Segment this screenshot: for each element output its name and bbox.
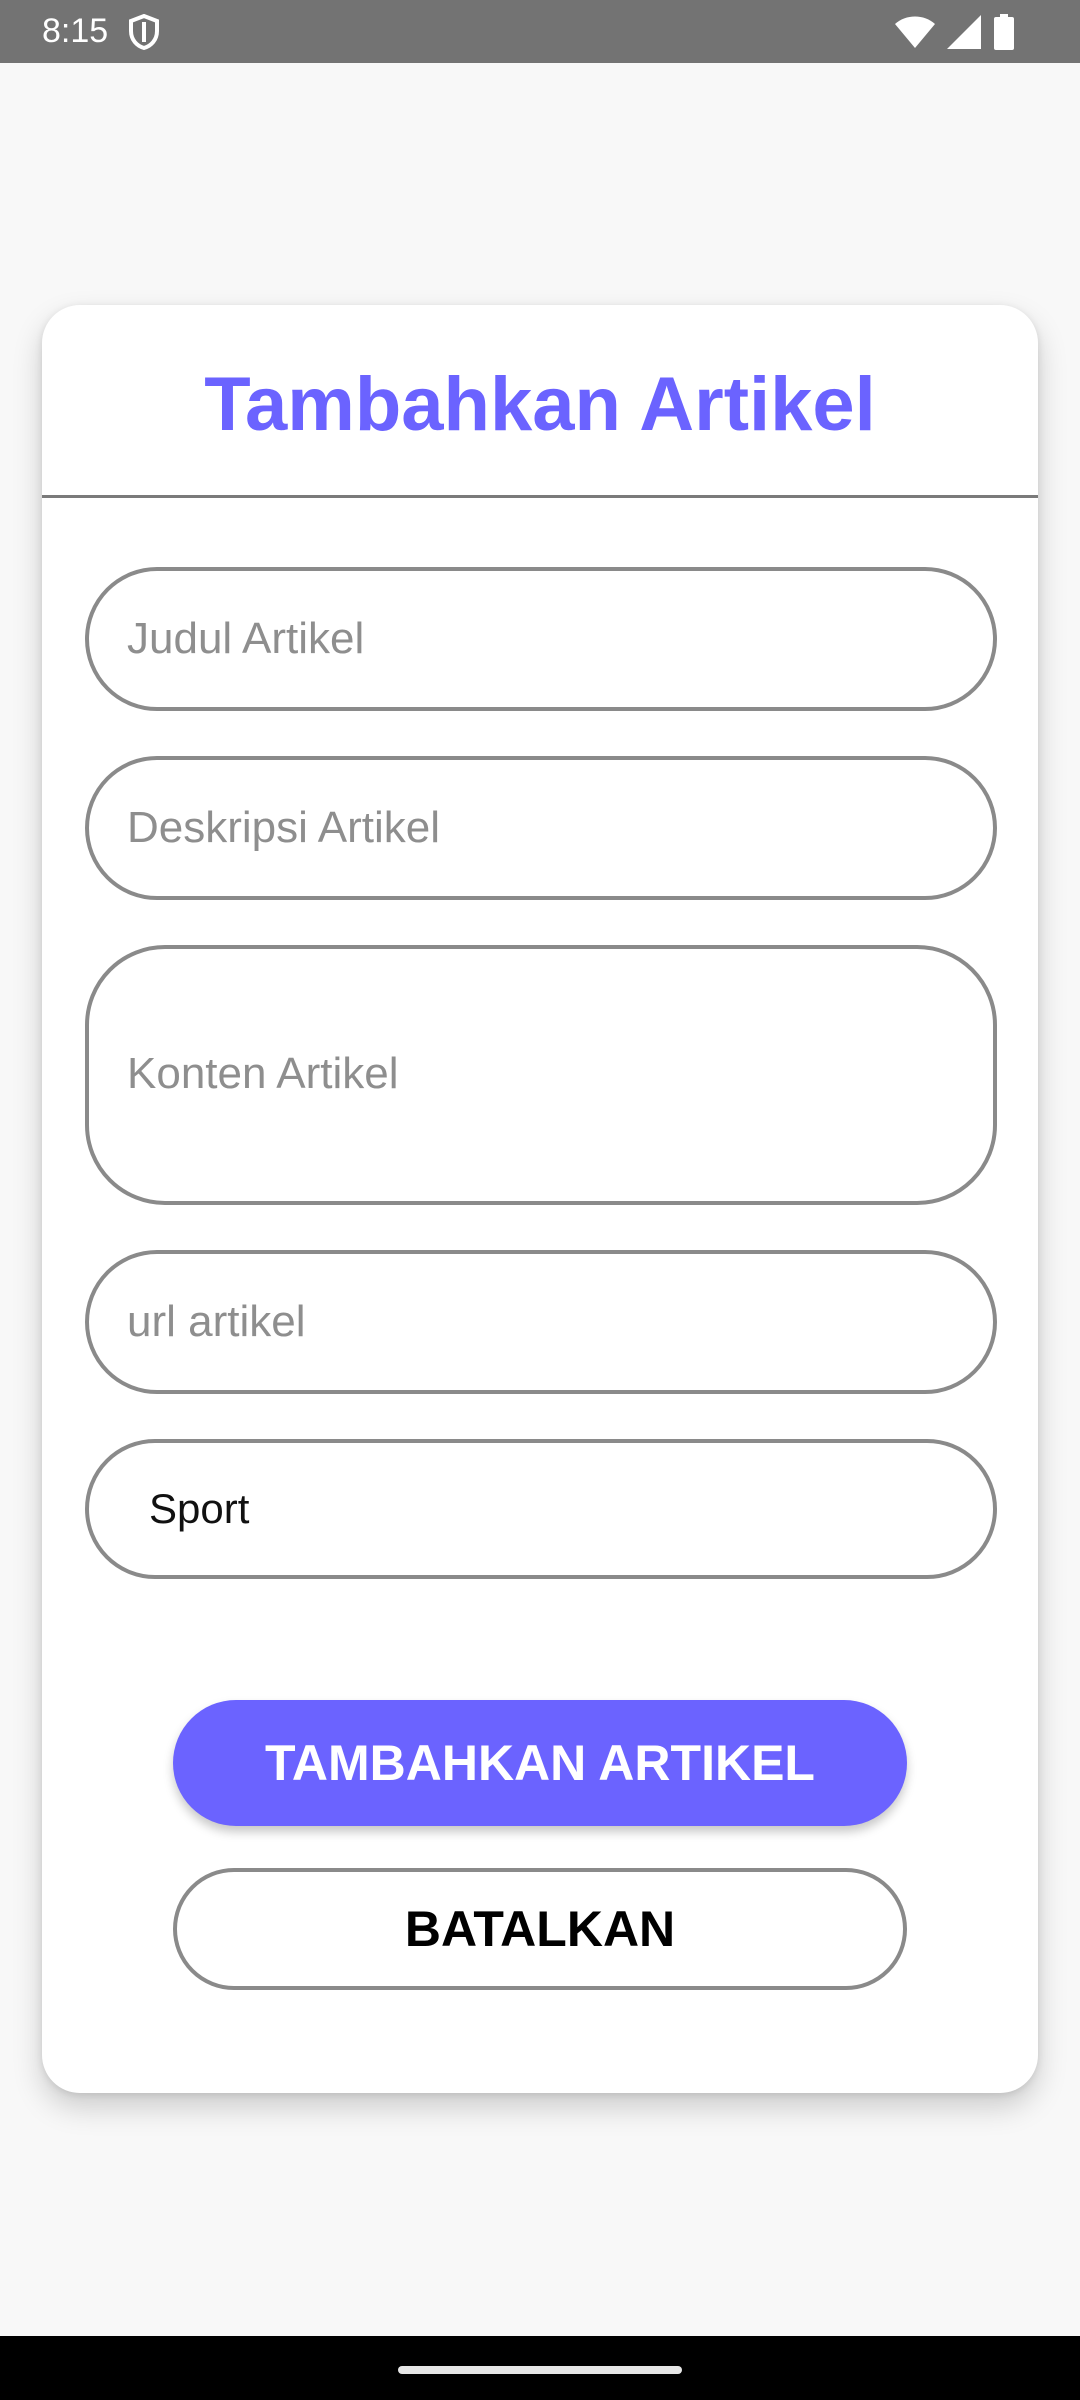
shield-icon — [128, 13, 160, 51]
kategori-select[interactable]: Sport — [85, 1439, 997, 1579]
konten-artikel-input[interactable] — [127, 1041, 955, 1111]
status-bar: 8:15 — [0, 0, 1080, 63]
kategori-selected-value: Sport — [149, 1485, 250, 1532]
batalkan-button[interactable]: BATALKAN — [173, 1868, 907, 1990]
judul-artikel-field[interactable] — [85, 567, 997, 711]
home-gesture-handle[interactable] — [398, 2366, 682, 2374]
form-title: Tambahkan Artikel — [204, 362, 876, 447]
url-artikel-input[interactable] — [127, 1290, 955, 1354]
status-time: 8:15 — [42, 12, 109, 50]
deskripsi-artikel-input[interactable] — [127, 796, 955, 860]
title-divider — [42, 495, 1038, 498]
judul-artikel-input[interactable] — [127, 607, 955, 671]
url-artikel-field[interactable] — [85, 1250, 997, 1394]
konten-artikel-field[interactable] — [85, 945, 997, 1205]
add-article-card: Tambahkan Artikel Sport TAMBAHKAN ARTIKE… — [42, 305, 1038, 2093]
deskripsi-artikel-field[interactable] — [85, 756, 997, 900]
tambahkan-artikel-button[interactable]: TAMBAHKAN ARTIKEL — [173, 1700, 907, 1826]
